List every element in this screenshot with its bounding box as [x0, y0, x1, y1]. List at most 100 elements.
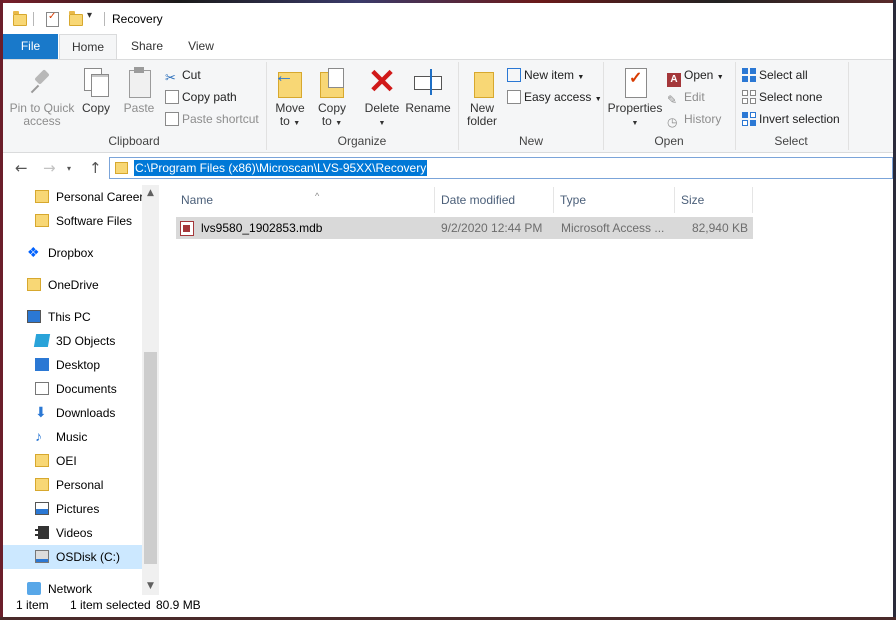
select-all-icon: [742, 68, 756, 82]
chevron-down-icon: ▼: [577, 74, 585, 81]
paste-label: Paste: [123, 101, 155, 115]
invert-selection-button[interactable]: Invert selection: [742, 110, 840, 128]
nav-item-oei[interactable]: OEI: [3, 449, 143, 473]
file-name: lvs9580_1902853.mdb: [201, 221, 323, 235]
nav-item-documents[interactable]: Documents: [3, 377, 143, 401]
tab-view[interactable]: View: [175, 34, 227, 59]
chevron-down-icon: ▼: [594, 96, 602, 103]
column-header-name[interactable]: Name ^: [176, 187, 435, 213]
title-bar: ▾ Recovery: [3, 3, 893, 34]
copy-to-label-line1: Copy: [317, 101, 346, 115]
paste-button[interactable]: Paste: [121, 64, 157, 115]
recent-locations-chevron-icon[interactable]: ▾: [67, 164, 71, 173]
new-folder-icon[interactable]: [69, 11, 83, 26]
access-database-file-icon: [180, 221, 194, 236]
nav-item-downloads[interactable]: ⬇ Downloads: [3, 401, 143, 425]
copy-icon: [80, 66, 112, 98]
qat-separator: [104, 12, 105, 26]
table-row[interactable]: lvs9580_1902853.mdb 9/2/2020 12:44 PM Mi…: [176, 217, 753, 239]
new-folder-icon: [466, 66, 498, 98]
select-all-button[interactable]: Select all: [742, 66, 808, 84]
window-title: Recovery: [112, 12, 163, 26]
pin-label-line1: Pin to Quick: [9, 101, 75, 115]
new-folder-button[interactable]: New folder: [463, 64, 501, 128]
file-size: 82,940 KB: [691, 221, 748, 235]
nav-item-software-files[interactable]: Software Files: [3, 209, 143, 233]
scrollbar-thumb[interactable]: [144, 352, 157, 564]
folder-icon: [35, 454, 49, 467]
column-header-size[interactable]: Size: [676, 187, 753, 213]
copy-path-button[interactable]: Copy path: [165, 88, 237, 106]
nav-pane-scrollbar[interactable]: ▲ ▼: [142, 185, 159, 595]
address-path-text[interactable]: C:\Program Files (x86)\Microscan\LVS-95X…: [134, 160, 428, 176]
delete-label: Delete: [364, 101, 400, 115]
qat-separator: [33, 12, 34, 26]
paste-shortcut-button[interactable]: Paste shortcut: [165, 110, 259, 128]
cut-button[interactable]: ✂ Cut: [165, 66, 201, 85]
nav-item-music[interactable]: ♪ Music: [3, 425, 143, 449]
group-label-select: Select: [774, 134, 808, 148]
scroll-down-icon[interactable]: ▼: [142, 578, 159, 595]
nav-item-onedrive[interactable]: OneDrive: [3, 273, 143, 297]
tab-file[interactable]: File: [3, 34, 58, 59]
paste-icon: [123, 66, 155, 98]
music-icon: ♪: [35, 428, 42, 444]
paste-shortcut-icon: [165, 112, 179, 126]
properties-button[interactable]: Properties ▼: [607, 64, 663, 130]
nav-item-this-pc[interactable]: This PC: [3, 305, 143, 329]
nav-item-label: Desktop: [56, 358, 101, 372]
invert-selection-icon: [742, 112, 756, 126]
group-label-new: New: [518, 134, 543, 148]
qat-dropdown-icon[interactable]: ▾: [87, 10, 92, 21]
desktop-icon: [35, 358, 49, 371]
move-to-label-line1: Move: [275, 101, 305, 115]
forward-arrow-icon[interactable]: →: [43, 159, 56, 177]
nav-item-network[interactable]: Network: [3, 577, 143, 595]
delete-button[interactable]: ✕ Delete ▼: [361, 64, 403, 130]
easy-access-icon: [507, 90, 521, 104]
properties-icon[interactable]: [46, 11, 59, 27]
file-type: Microsoft Access ...: [561, 221, 665, 235]
delete-x-icon: ✕: [367, 63, 397, 101]
address-input[interactable]: C:\Program Files (x86)\Microscan\LVS-95X…: [109, 157, 893, 179]
edit-icon: ✎: [667, 93, 678, 107]
documents-icon: [35, 382, 49, 395]
rename-button[interactable]: Rename: [405, 64, 451, 115]
copy-button[interactable]: Copy: [79, 64, 113, 115]
nav-item-dropbox[interactable]: ❖ Dropbox: [3, 241, 143, 265]
scroll-up-icon[interactable]: ▲: [142, 185, 159, 202]
folder-icon: [35, 214, 49, 227]
pin-to-quick-access-button[interactable]: Pin to Quick access: [7, 64, 77, 128]
tab-home[interactable]: Home: [59, 34, 117, 59]
nav-item-label: 3D Objects: [56, 334, 116, 348]
nav-item-pictures[interactable]: Pictures: [3, 497, 143, 521]
column-header-date[interactable]: Date modified: [436, 187, 554, 213]
nav-item-osdisk[interactable]: OSDisk (C:): [3, 545, 143, 569]
nav-item-label: Personal: [56, 478, 104, 492]
nav-item-personal[interactable]: Personal: [3, 473, 143, 497]
select-none-button[interactable]: Select none: [742, 88, 822, 106]
group-label-organize: Organize: [337, 134, 387, 148]
edit-button[interactable]: ✎ Edit: [667, 88, 705, 107]
open-button[interactable]: A Open ▼: [667, 66, 724, 87]
nav-item-desktop[interactable]: Desktop: [3, 353, 143, 377]
copy-to-button[interactable]: Copy to ▼: [313, 64, 351, 130]
history-button[interactable]: ◷ History: [667, 110, 721, 129]
easy-access-button[interactable]: Easy access ▼: [507, 88, 602, 106]
chevron-down-icon: ▼: [631, 120, 639, 127]
nav-item-3d-objects[interactable]: 3D Objects: [3, 329, 143, 353]
move-to-button[interactable]: Move to ▼: [271, 64, 309, 130]
back-arrow-icon[interactable]: ←: [15, 159, 28, 177]
nav-item-personal-career[interactable]: Personal Career: [3, 185, 143, 209]
status-selected-size: 80.9 MB: [156, 598, 201, 612]
nav-item-label: Network: [48, 582, 93, 595]
new-item-button[interactable]: New item ▼: [507, 66, 584, 84]
tab-share[interactable]: Share: [121, 34, 173, 59]
up-arrow-icon[interactable]: ↑: [89, 159, 102, 177]
navigation-pane: Personal Career Software Files ❖ Dropbox…: [3, 185, 159, 595]
nav-item-videos[interactable]: Videos: [3, 521, 143, 545]
group-label-clipboard: Clipboard: [108, 134, 160, 148]
nav-item-label: Downloads: [56, 406, 116, 420]
column-header-type[interactable]: Type: [555, 187, 675, 213]
folder-icon: [13, 11, 27, 26]
